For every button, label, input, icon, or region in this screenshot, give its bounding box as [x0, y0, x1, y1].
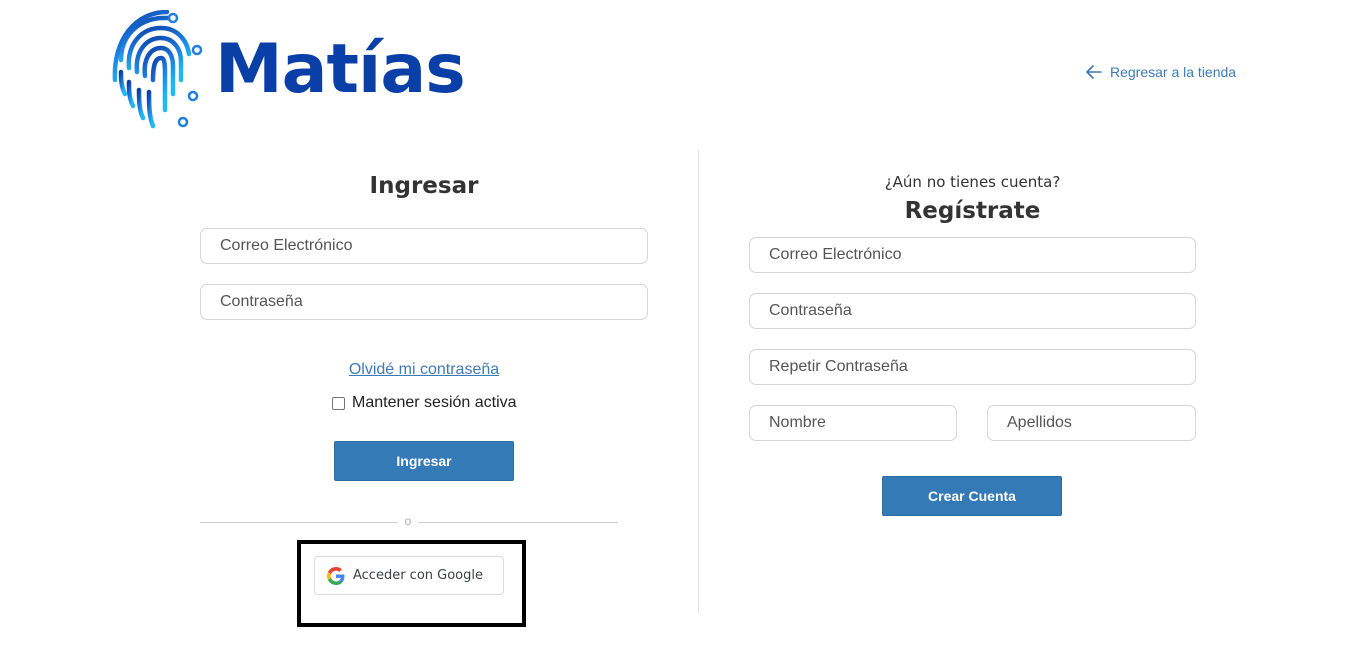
login-password-input[interactable] [200, 284, 648, 320]
brand-logo[interactable]: Matías [111, 10, 466, 132]
register-repeat-password-input[interactable] [749, 349, 1196, 385]
create-account-button[interactable]: Crear Cuenta [882, 476, 1062, 516]
vertical-divider [698, 150, 699, 614]
back-to-store-link[interactable]: Regresar a la tienda [1086, 64, 1236, 80]
forgot-password-link[interactable]: Olvidé mi contraseña [200, 361, 648, 379]
back-link-label: Regresar a la tienda [1110, 64, 1237, 80]
google-signin-label: Acceder con Google [353, 568, 483, 583]
google-g-icon [327, 566, 345, 585]
arrow-left-icon [1086, 65, 1102, 79]
register-email-input[interactable] [749, 237, 1196, 273]
login-email-input[interactable] [200, 228, 648, 264]
login-submit-button[interactable]: Ingresar [334, 441, 514, 481]
keep-session-checkbox[interactable]: Mantener sesión activa [332, 394, 517, 412]
register-question: ¿Aún no tienes cuenta? [884, 173, 1061, 191]
register-last-name-input[interactable] [987, 405, 1196, 441]
or-text: o [404, 514, 412, 528]
login-title: Ingresar [369, 173, 479, 199]
or-divider-left [200, 522, 398, 523]
google-signin-button[interactable]: Acceder con Google [314, 556, 504, 595]
register-password-input[interactable] [749, 293, 1196, 329]
brand-name: Matías [215, 30, 466, 109]
checkbox-box[interactable] [332, 396, 345, 410]
or-divider-right [418, 522, 618, 523]
keep-session-label: Mantener sesión activa [352, 394, 517, 411]
register-first-name-input[interactable] [749, 405, 957, 441]
register-title: Regístrate [904, 198, 1041, 224]
fingerprint-icon [112, 10, 203, 130]
